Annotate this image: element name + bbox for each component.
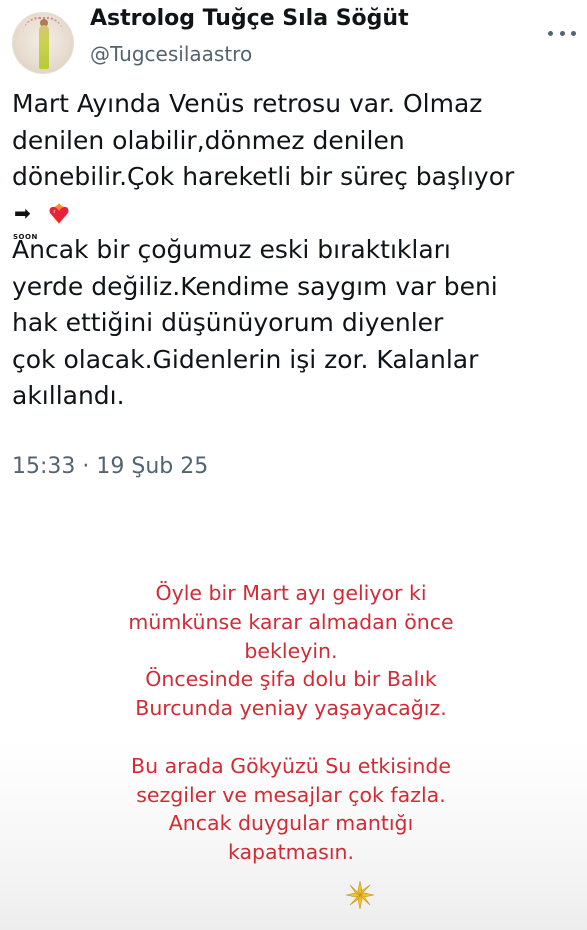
tweet-text: Mart Ayında Venüs retrosu var. Olmaz den…: [12, 86, 582, 415]
avatar[interactable]: [12, 12, 74, 74]
story-text: Öyle bir Mart ayı geliyor ki mümkünse ka…: [0, 579, 587, 867]
tweet-line: Ancak bir çoğumuz eski bıraktıkları: [12, 235, 451, 264]
avatar-figure: [39, 25, 49, 69]
soon-arrow-icon: ➡ SOON: [12, 200, 42, 241]
timestamp[interactable]: 15:33 · 19 Şub 25: [12, 454, 208, 479]
emoji-line: ➡ SOON: [12, 196, 582, 241]
story-line: kapatmasın.: [227, 840, 355, 865]
tweet-line: dönebilir.Çok hareketli bir süreç başlıy…: [12, 162, 515, 191]
more-options-icon[interactable]: [548, 26, 576, 40]
story-line: sezgiler ve mesajlar çok fazla.: [136, 782, 446, 807]
tweet-line: çok olacak.Gidenlerin işi zor. Kalanlar: [12, 344, 479, 374]
tweet-line: denilen olabilir,dönmez denilen: [12, 125, 405, 155]
tweet-line: hak ettiğini düşünüyorum diyenler: [12, 308, 444, 337]
story-line: Öyle bir Mart ayı geliyor ki: [155, 581, 427, 605]
tweet-line: akıllandı.: [12, 381, 125, 410]
soon-label: SOON: [13, 232, 38, 241]
story-line: Ancak duygular mantığı: [168, 811, 414, 836]
display-name[interactable]: Astrolog Tuğçe Sıla Söğüt: [90, 6, 409, 31]
heart-on-fire-icon: [46, 201, 72, 227]
story-line: Bu arada Gökyüzü Su etkisinde: [131, 753, 451, 778]
story-line: mümkünse karar almadan önce: [128, 609, 454, 634]
tweet-card: Astrolog Tuğçe Sıla Söğüt @Tugcesilaastr…: [0, 0, 587, 505]
sparkle-icon: [345, 880, 375, 910]
user-handle[interactable]: @Tugcesilaastro: [90, 42, 252, 66]
story-line: bekleyin.: [244, 638, 338, 663]
tweet-line: yerde değiliz.Kendime saygım var beni: [12, 271, 498, 301]
tweet-line: Mart Ayında Venüs retrosu var. Olmaz: [12, 89, 483, 118]
story-line: Öncesinde şifa dolu bir Balık: [145, 667, 437, 692]
story-line: Burcunda yeniay yaşayacağız.: [135, 696, 447, 721]
